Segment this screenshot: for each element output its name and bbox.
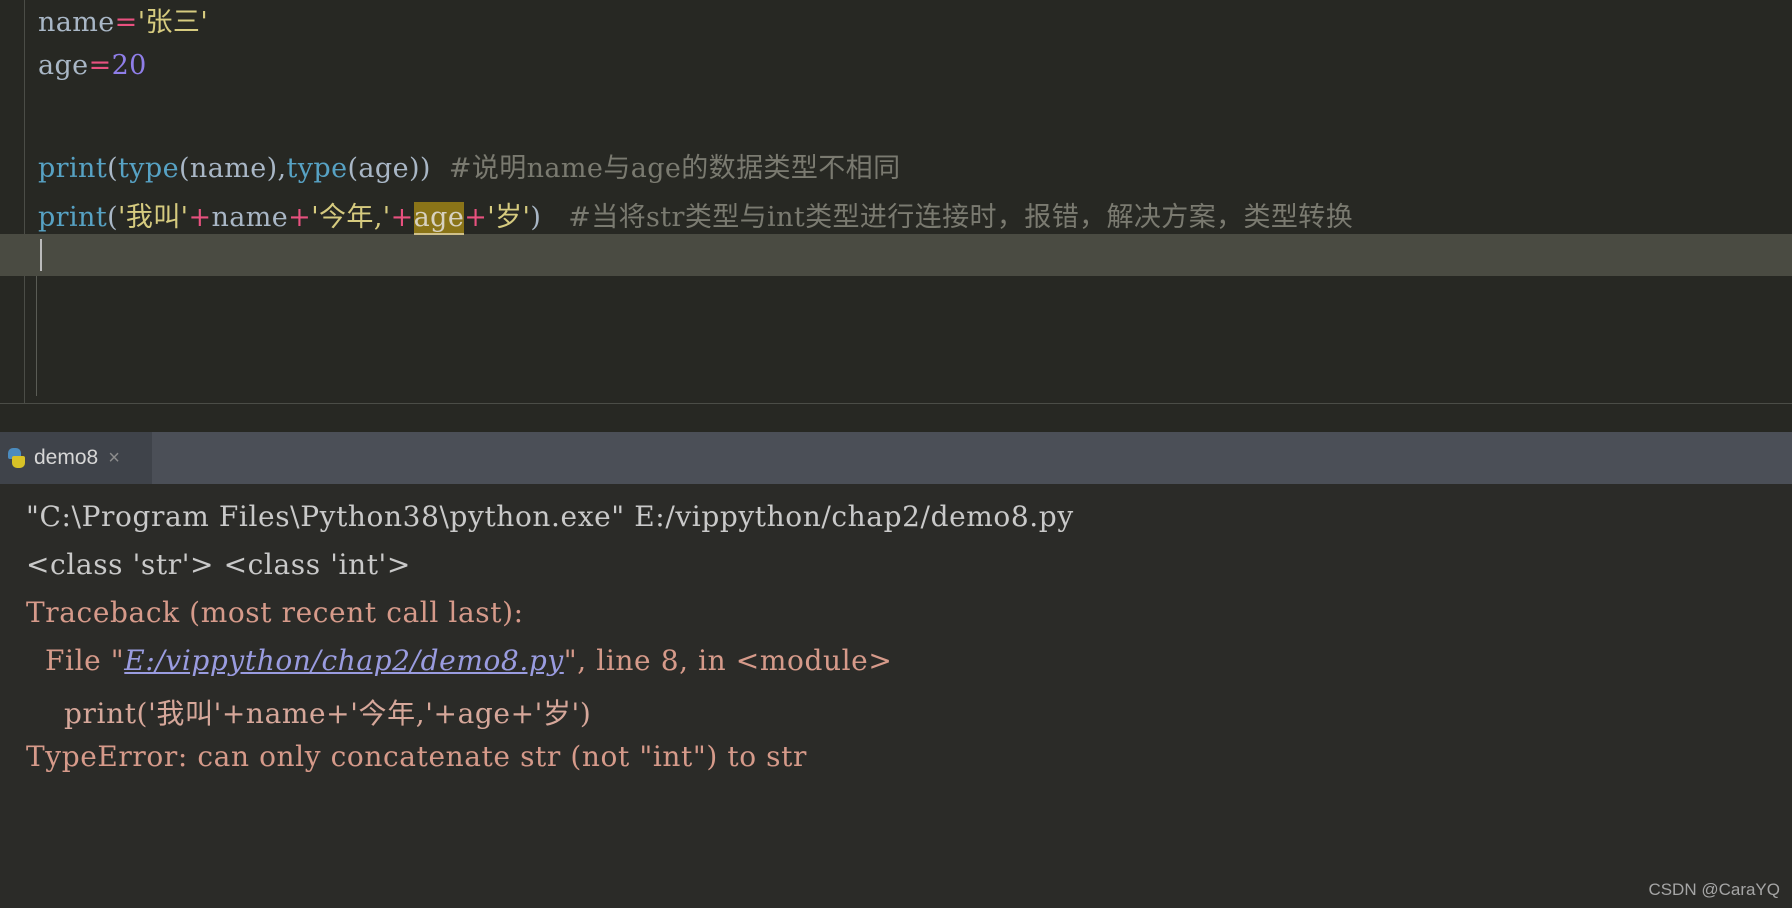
run-tab-demo8[interactable]: demo8 × [0, 432, 152, 484]
code-line-name-assignment[interactable]: name='张三' [38, 0, 208, 39]
editor-divider [0, 403, 1792, 404]
code-token: (age)) [347, 153, 431, 184]
run-tab-label: demo8 [34, 446, 99, 469]
console-text: ", line 8, in <module> [563, 644, 893, 677]
code-token: '今年,' [311, 202, 391, 233]
current-line-highlight [0, 234, 1792, 276]
console-output[interactable]: "C:\Program Files\Python38\python.exe" E… [0, 484, 1792, 908]
console-line-file-reference[interactable]: File "E:/vippython/chap2/demo8.py", line… [26, 644, 892, 677]
console-text: File " [26, 644, 125, 677]
code-token: #当将str类型与int类型进行连接时，报错，解决方案，类型转换 [541, 202, 1354, 233]
python-file-icon [6, 447, 26, 469]
close-icon[interactable]: × [108, 448, 120, 468]
console-text: "C:\Program Files\Python38\python.exe" E… [26, 500, 1074, 533]
code-editor[interactable]: name='张三' age=20 print(type(name),type(a… [0, 0, 1792, 432]
console-line-types: <class 'str'> <class 'int'> [26, 548, 411, 581]
console-line-typeerror: TypeError: can only concatenate str (not… [26, 740, 807, 773]
code-line-print-concat[interactable]: print('我叫'+name+'今年,'+age+'岁') #当将str类型与… [38, 195, 1354, 235]
text-caret [40, 239, 42, 271]
code-token: age [413, 202, 465, 235]
run-tab-strip: demo8 × [0, 432, 1792, 484]
code-token: ) [530, 202, 542, 233]
code-token: + [464, 202, 488, 233]
code-token: ( [107, 153, 119, 184]
code-token: print [38, 153, 108, 184]
file-path-link[interactable]: E:/vippython/chap2/demo8.py [124, 644, 564, 677]
run-console-panel: demo8 × "C:\Program Files\Python38\pytho… [0, 432, 1792, 908]
code-token: + [288, 202, 312, 233]
code-token: = [114, 7, 138, 38]
code-token: '我叫' [118, 202, 189, 233]
code-token: 20 [111, 50, 147, 81]
code-line-age-assignment[interactable]: age=20 [38, 50, 147, 81]
code-token: '张三' [137, 7, 209, 38]
code-token: age [38, 50, 89, 81]
console-line-traceback-header: Traceback (most recent call last): [26, 596, 524, 629]
code-line-print-type[interactable]: print(type(name),type(age)) #说明name与age的… [38, 146, 900, 185]
code-token: name [211, 202, 289, 233]
console-text: <class 'str'> <class 'int'> [26, 548, 411, 581]
code-token: + [390, 202, 414, 233]
console-line-command: "C:\Program Files\Python38\python.exe" E… [26, 500, 1074, 533]
editor-margin-guide [24, 0, 25, 404]
console-text: TypeError: can only concatenate str (not… [26, 740, 807, 773]
code-token: (name), [178, 153, 287, 184]
code-token: '岁' [487, 202, 531, 233]
console-line-source-echo: print('我叫'+name+'今年,'+age+'岁') [26, 692, 591, 732]
code-token: ( [107, 202, 119, 233]
code-token: type [286, 153, 348, 184]
code-token: + [188, 202, 212, 233]
code-token: type [118, 153, 179, 184]
code-token: #说明name与age的数据类型不相同 [430, 153, 901, 184]
watermark: CSDN @CaraYQ [1648, 880, 1780, 899]
console-text: print('我叫'+name+'今年,'+age+'岁') [26, 697, 592, 730]
code-token: = [88, 50, 112, 81]
code-token: name [38, 7, 115, 38]
console-text: Traceback (most recent call last): [26, 596, 524, 629]
code-token: print [38, 202, 108, 233]
